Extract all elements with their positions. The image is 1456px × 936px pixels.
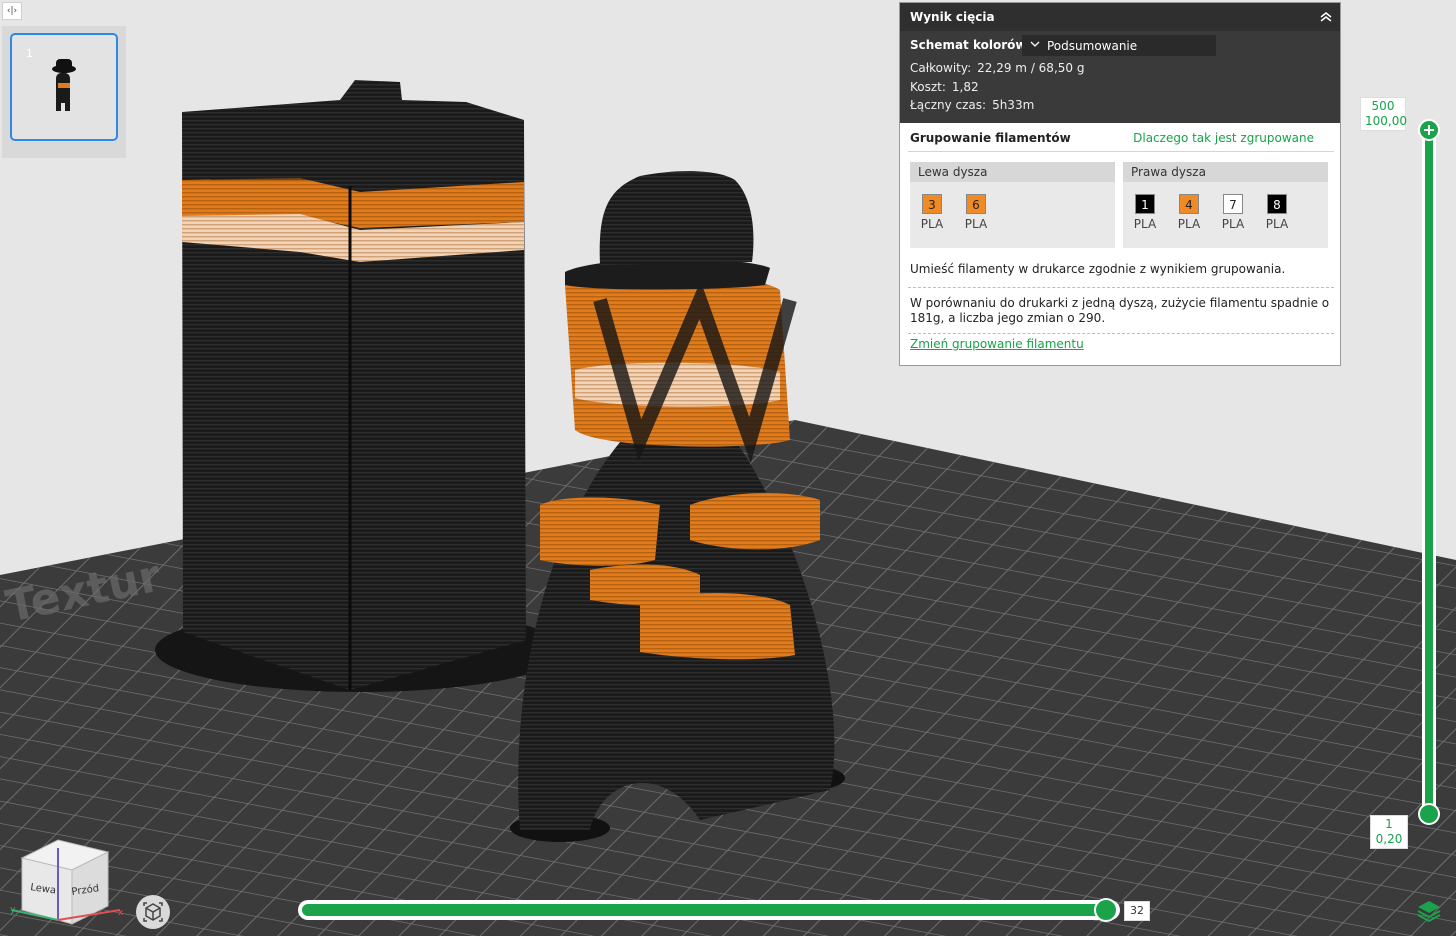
layers-toggle-button[interactable] [1414, 896, 1444, 926]
divider [908, 333, 1334, 334]
cube-view-icon [143, 902, 163, 922]
move-slider-handle [1094, 898, 1118, 922]
plate-thumbnail[interactable]: 1 [10, 33, 118, 141]
grouping-savings-note: W porównaniu do drukarki z jedną dyszą, … [910, 296, 1330, 325]
slice-result-panel: Wynik cięcia Schemat kolorów Podsumowani… [899, 2, 1341, 366]
sidebar-toggle-button[interactable]: ‹|› [2, 2, 22, 20]
layer-slider-bottom-handle [1418, 803, 1440, 825]
left-nozzle-box: Lewa dysza 3 PLA 6 PLA [910, 162, 1115, 248]
move-slider-badge: 32 [1124, 901, 1150, 921]
reset-view-button[interactable] [136, 895, 170, 929]
right-nozzle-box: Prawa dysza 1 PLA 4 PLA 7 PLA 8 PLA [1123, 162, 1328, 248]
stat-total-time: Łączny czas: 5h33m [910, 98, 1035, 112]
stat-cost: Koszt: 1,82 [910, 80, 979, 94]
left-nozzle-label: Lewa dysza [910, 162, 1115, 182]
color-scheme-value: Podsumowanie [1047, 39, 1138, 53]
filament-slot-7[interactable]: 7 PLA [1215, 194, 1251, 231]
layer-slider-top-badge: 500 100,00 [1360, 97, 1407, 131]
divider [908, 287, 1334, 288]
filament-slot-4[interactable]: 4 PLA [1171, 194, 1207, 231]
layer-slider-bottom-badge: 1 0,20 [1370, 815, 1408, 849]
slice-result-title: Wynik cięcia [910, 10, 995, 24]
slice-result-header: Wynik cięcia [900, 3, 1340, 31]
divider [908, 151, 1334, 152]
filament-slot-8[interactable]: 8 PLA [1259, 194, 1295, 231]
filament-chip: 1 [1135, 194, 1155, 214]
filament-chip: 6 [966, 194, 986, 214]
why-grouped-link[interactable]: Dlaczego tak jest zgrupowane [1133, 131, 1314, 145]
collapse-chevron-icon[interactable] [1318, 9, 1334, 25]
filament-chip: 3 [922, 194, 942, 214]
filament-chip: 7 [1223, 194, 1243, 214]
grouping-instruction: Umieść filamenty w drukarce zgodnie z wy… [910, 262, 1286, 276]
chevron-down-icon [1030, 41, 1040, 47]
filament-slot-6[interactable]: 6 PLA [958, 194, 994, 231]
plate-list: 1 [2, 26, 126, 158]
color-scheme-label: Schemat kolorów [910, 38, 1027, 52]
filament-chip: 4 [1179, 194, 1199, 214]
color-scheme-select[interactable]: Podsumowanie [1022, 35, 1216, 56]
filament-grouping-title: Grupowanie filamentów [910, 131, 1071, 145]
svg-text:y: y [10, 905, 16, 915]
stat-total: Całkowity: 22,29 m / 68,50 g [910, 61, 1085, 75]
layers-icon [1417, 901, 1441, 923]
plate-number: 1 [26, 47, 33, 60]
right-nozzle-label: Prawa dysza [1123, 162, 1328, 182]
filament-slot-3[interactable]: 3 PLA [914, 194, 950, 231]
prime-tower [155, 80, 565, 692]
svg-text:x: x [118, 908, 124, 918]
filament-slot-1[interactable]: 1 PLA [1127, 194, 1163, 231]
filament-chip: 8 [1267, 194, 1287, 214]
change-grouping-link[interactable]: Zmień grupowanie filamentu [910, 337, 1084, 351]
